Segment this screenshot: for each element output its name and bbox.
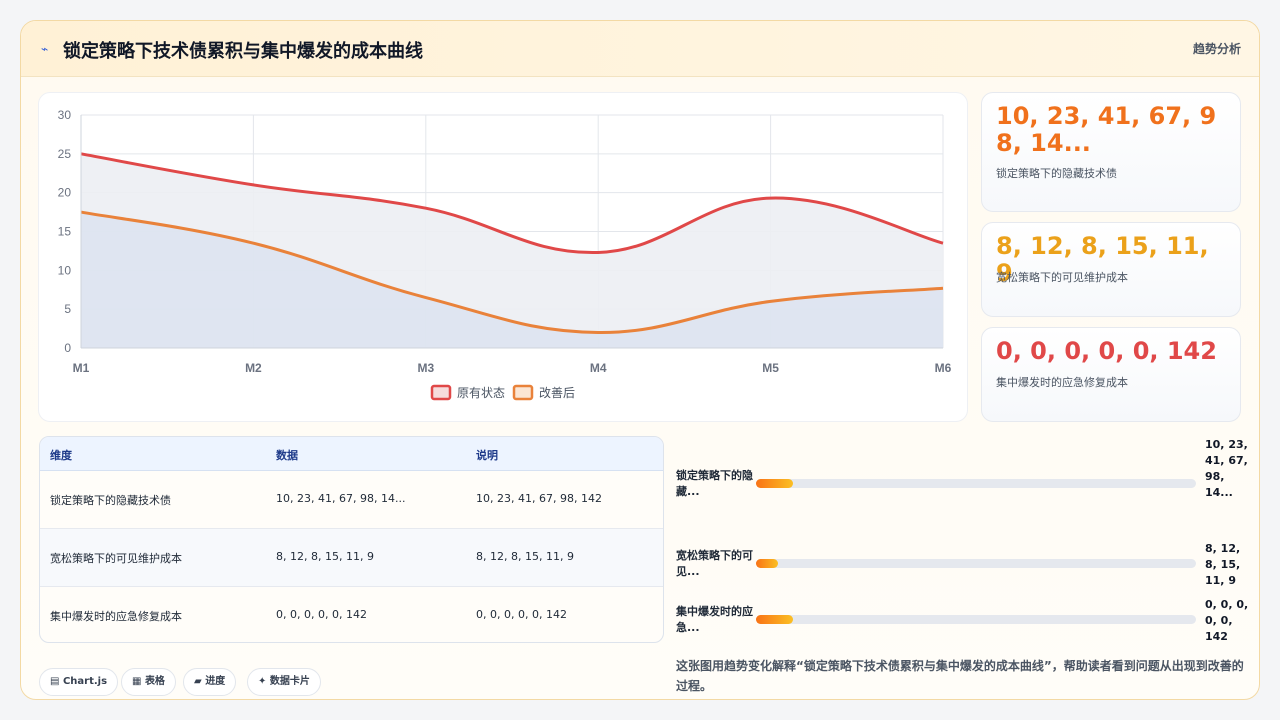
progress-track (756, 559, 1196, 568)
legend-label: 原有状态 (457, 386, 505, 400)
progress-fill (756, 615, 794, 624)
stat-value: 10, 23, 41, 67, 98, 14... (996, 102, 1217, 157)
table-row: 集中爆发时的应急修复成本 0, 0, 0, 0, 0, 142 0, 0, 0,… (40, 587, 663, 642)
stat-card-emergency-repair: 0, 0, 0, 0, 0, 142 集中爆发时的应急修复成本 (981, 327, 1241, 422)
column-header: 维度 (50, 449, 72, 462)
y-tick-label: 30 (58, 108, 72, 122)
x-tick-label: M3 (417, 361, 434, 375)
stat-label: 锁定策略下的隐藏技术债 (996, 167, 1117, 180)
table-cell: 宽松策略下的可见维护成本 (50, 552, 182, 565)
table-cell: 10, 23, 41, 67, 98, 142 (476, 492, 602, 505)
y-tick-label: 0 (64, 341, 71, 355)
table-cell: 8, 12, 8, 15, 11, 9 (476, 550, 574, 563)
chart-icon: ▤ (50, 676, 60, 687)
chip-label: 数据卡片 (269, 676, 310, 687)
table-row: 宽松策略下的可见维护成本 8, 12, 8, 15, 11, 9 8, 12, … (40, 529, 663, 587)
stat-card-visible-maintenance: 8, 12, 8, 15, 11, 9 宽松策略下的可见维护成本 (981, 222, 1241, 317)
legend-swatch (430, 384, 452, 401)
progress-label: 宽松策略下的可见... (676, 549, 753, 578)
stat-label: 宽松策略下的可见维护成本 (996, 271, 1128, 284)
progress-label: 锁定策略下的隐藏... (676, 469, 753, 498)
chart-card: 0 5 10 15 20 25 30 M1 M2 M3 M4 M5 M6 原有状态 改善后 (38, 92, 968, 422)
chip-label: Chart.js (62, 676, 108, 687)
table-cell: 0, 0, 0, 0, 0, 142 (276, 608, 367, 621)
chip-progress[interactable]: ▰ 进度 (183, 668, 237, 696)
y-tick-label: 10 (58, 263, 72, 277)
legend-label: 改善后 (539, 385, 575, 400)
chip-table[interactable]: ▦ 表格 (121, 668, 176, 696)
page-title: 锁定策略下技术债累积与集中爆发的成本曲线 (63, 41, 423, 62)
column-header: 数据 (276, 449, 298, 462)
stat-label: 集中爆发时的应急修复成本 (996, 376, 1128, 389)
column-header: 说明 (476, 449, 498, 462)
progress-track (756, 615, 1196, 624)
progress-value: 10, 23, 41, 67, 98, 14... (1205, 438, 1248, 499)
table-cell: 8, 12, 8, 15, 11, 9 (276, 550, 374, 563)
table-cell: 锁定策略下的隐藏技术债 (50, 494, 171, 507)
progress-fill (756, 479, 794, 488)
stat-card-hidden-debt: 10, 23, 41, 67, 98, 14... 锁定策略下的隐藏技术债 (981, 92, 1241, 212)
x-tick-label: M2 (245, 361, 262, 375)
x-tick-label: M1 (73, 361, 90, 375)
header: ⌁ 锁定策略下技术债累积与集中爆发的成本曲线 趋势分析 (21, 21, 1259, 77)
progress-fill (756, 559, 778, 568)
x-tick-label: M5 (762, 361, 779, 375)
x-tick-label: M4 (590, 361, 607, 375)
table-cell: 集中爆发时的应急修复成本 (50, 610, 182, 623)
chip-data-cards[interactable]: ✦ 数据卡片 (247, 668, 321, 696)
cost-trend-chart: 0 5 10 15 20 25 30 M1 M2 M3 M4 M5 M6 原有状态 改善后 (58, 108, 952, 401)
progress-icon: ▰ (194, 676, 202, 687)
y-tick-label: 15 (58, 225, 72, 239)
table-row: 锁定策略下的隐藏技术债 10, 23, 41, 67, 98, 14... 10… (40, 471, 663, 529)
progress-label: 集中爆发时的应急... (676, 605, 753, 634)
table-icon: ▦ (132, 676, 142, 687)
table-header: 维度 数据 说明 (40, 437, 663, 471)
chip-label: 表格 (144, 676, 165, 687)
table-cell: 0, 0, 0, 0, 0, 142 (476, 608, 567, 621)
sparkle-icon: ✦ (258, 676, 267, 687)
table-cell: 10, 23, 41, 67, 98, 14... (276, 492, 406, 505)
progress-track (756, 479, 1196, 488)
y-tick-label: 20 (58, 186, 72, 200)
progress-value: 8, 12, 8, 15, 11, 9 (1205, 542, 1241, 587)
y-tick-label: 25 (58, 147, 72, 161)
x-tick-label: M6 (935, 361, 952, 375)
progress-value: 0, 0, 0, 0, 0, 142 (1205, 598, 1249, 643)
trend-line-icon: ⌁ (41, 42, 49, 56)
header-tag: 趋势分析 (1192, 42, 1241, 56)
data-table: 维度 数据 说明 锁定策略下的隐藏技术债 10, 23, 41, 67, 98,… (39, 436, 664, 643)
chip-chartjs[interactable]: ▤ Chart.js (39, 668, 119, 696)
y-tick-label: 5 (64, 302, 71, 316)
legend-swatch (512, 384, 534, 401)
stat-value: 0, 0, 0, 0, 0, 142 (996, 337, 1217, 365)
chip-label: 进度 (205, 676, 226, 687)
chart-caption: 这张图用趋势变化解释“锁定策略下技术债累积与集中爆发的成本曲线”，帮助读者看到问… (676, 659, 1244, 693)
